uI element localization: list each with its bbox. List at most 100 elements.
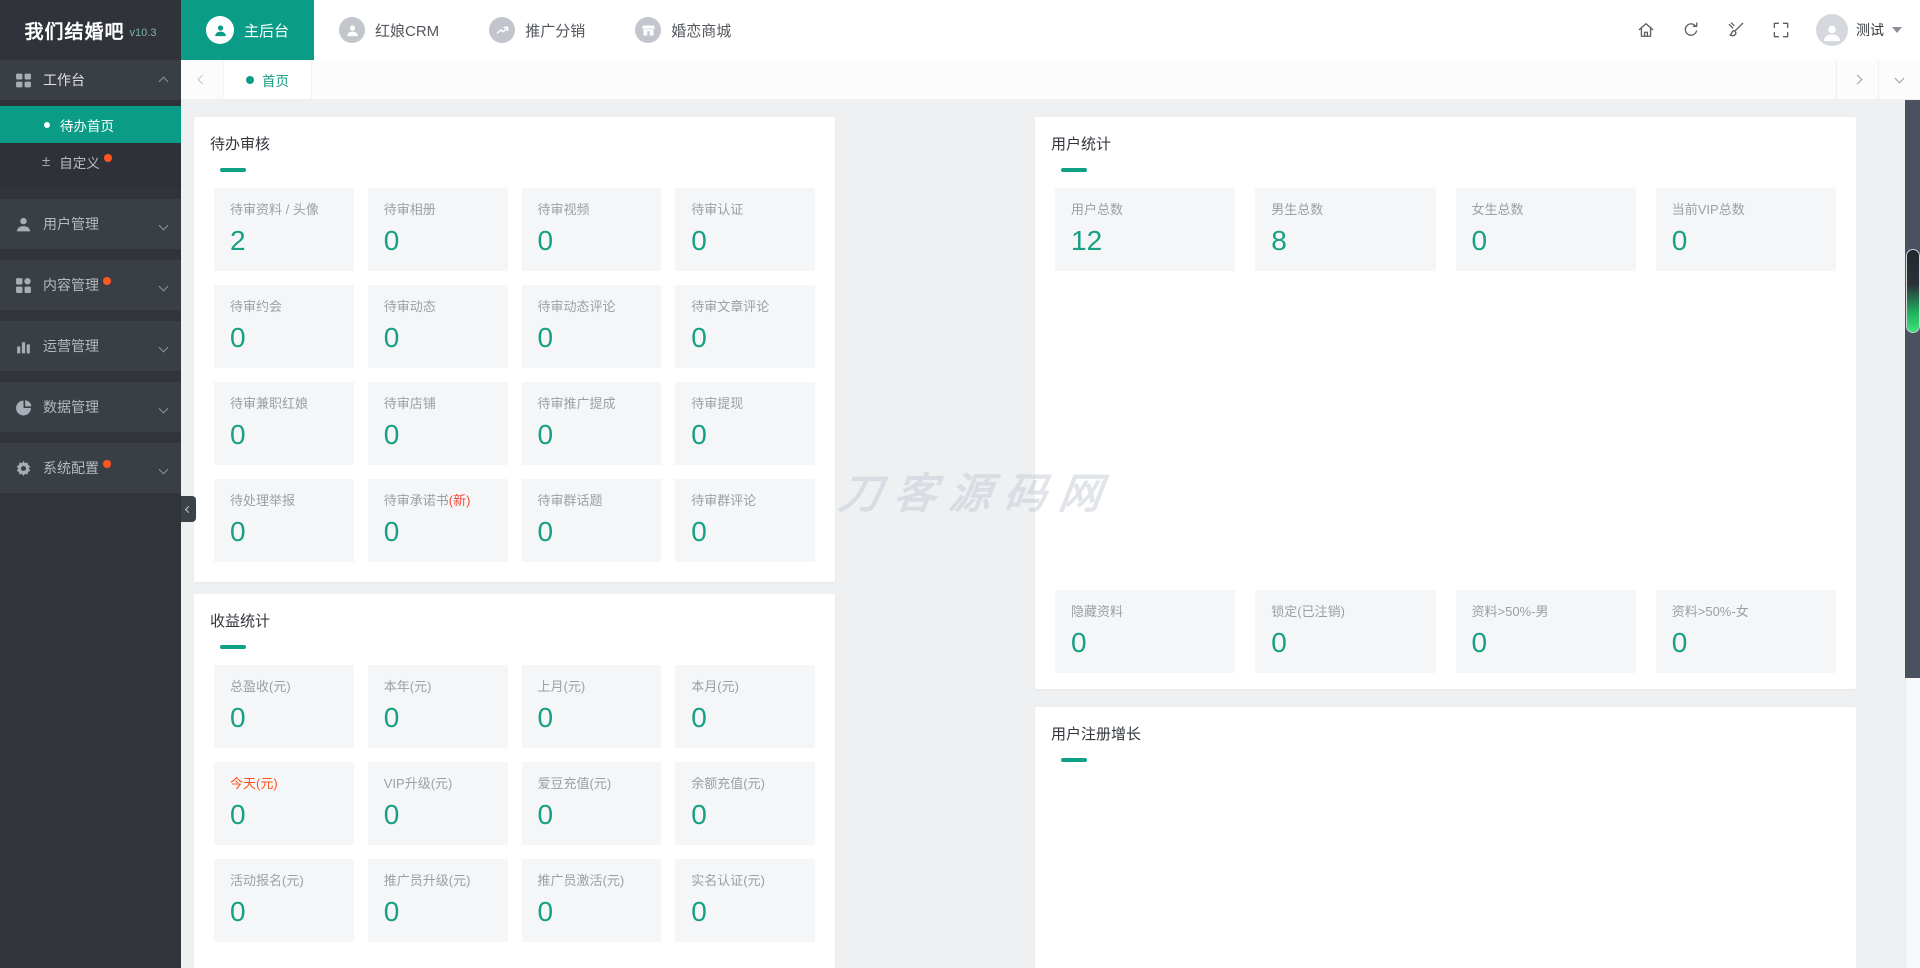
tabs-scroll-right-button[interactable] (1836, 60, 1878, 99)
tab-matchmaker-crm[interactable]: 红娘CRM (314, 0, 464, 60)
tab-label: 推广分销 (525, 22, 586, 40)
sidebar-item-todo-home[interactable]: 待办首页 (0, 106, 181, 143)
crm-person-icon (339, 17, 366, 43)
stat-tile[interactable]: 隐藏资料 0 (1055, 590, 1236, 673)
content-blocks-icon (15, 277, 32, 294)
sidebar-item-system-config[interactable]: 系统配置 (0, 443, 181, 493)
card-header: 用户注册增长 (1035, 707, 1856, 762)
caret-down-icon (1892, 27, 1902, 33)
sidebar-item-label: 数据管理 (43, 399, 99, 415)
stat-tile-value: 0 (230, 516, 246, 547)
sidebar-item-workbench[interactable]: 工作台 (0, 60, 181, 100)
stat-tile[interactable]: 爱豆充值(元) 0 (521, 762, 662, 845)
stat-tile[interactable]: 实名认证(元) 0 (675, 859, 815, 942)
module-tabs: 主后台 红娘CRM 推广分销 婚恋商城 (181, 0, 756, 60)
stat-tile[interactable]: 待审兼职红娘 0 (214, 382, 354, 465)
stat-tile-value: 0 (230, 896, 246, 927)
stat-tile-value: 8 (1271, 225, 1287, 256)
stat-tile-label: 总盈收(元) (230, 679, 291, 694)
tab-promotion[interactable]: 推广分销 (464, 0, 610, 60)
stat-tile[interactable]: 本月(元) 0 (675, 665, 815, 748)
stat-tile-value: 0 (691, 799, 707, 830)
stat-tile-value: 0 (1271, 627, 1287, 658)
stat-tile[interactable]: 待审群话题 0 (521, 479, 662, 562)
stat-tile[interactable]: 锁定(已注销) 0 (1255, 590, 1436, 673)
scrollbar-thumb[interactable] (1907, 250, 1919, 332)
stat-tile-label: 待审推广提成 (537, 396, 616, 411)
chevron-down-icon (158, 338, 169, 354)
tabs-menu-button[interactable] (1878, 60, 1920, 99)
home-icon[interactable] (1636, 20, 1656, 40)
sidebar-item-user-management[interactable]: 用户管理 (0, 199, 181, 249)
stat-tile-label: 实名认证(元) (691, 873, 765, 888)
user-menu[interactable]: 测试 (1816, 14, 1902, 46)
stat-tile[interactable]: 待审资料 / 头像 2 (214, 188, 354, 271)
stat-tile-label: 待审认证 (691, 202, 744, 217)
stat-tile[interactable]: 待审推广提成 0 (521, 382, 662, 465)
stat-tile[interactable]: 待审店铺 0 (367, 382, 508, 465)
stat-tile-value: 0 (537, 896, 554, 927)
stat-tile[interactable]: 本年(元) 0 (367, 665, 508, 748)
stat-tile-value: 0 (1071, 627, 1087, 658)
card-header: 用户统计 (1035, 117, 1856, 172)
stat-tile[interactable]: 待审群评论 0 (675, 479, 815, 562)
stat-tile-value: 0 (383, 516, 400, 547)
stat-tile-value: 0 (230, 419, 246, 450)
stat-tile[interactable]: 女生总数 0 (1455, 188, 1636, 271)
stat-tile-value: 0 (383, 896, 400, 927)
scrollbar-track (1905, 100, 1920, 678)
sidebar-item-label: 自定义 (59, 155, 100, 171)
stat-tile[interactable]: 待处理举报 0 (214, 479, 354, 562)
stat-tile[interactable]: 余额充值(元) 0 (675, 762, 815, 845)
refresh-icon[interactable] (1681, 20, 1701, 40)
stat-tile[interactable]: 男生总数 8 (1255, 188, 1436, 271)
stat-tile[interactable]: 待审文章评论 0 (675, 285, 815, 368)
tab-main-admin[interactable]: 主后台 (181, 0, 315, 60)
sidebar-item-custom[interactable]: ± 自定义 (0, 143, 181, 180)
stat-tile-label: 活动报名(元) (230, 873, 304, 888)
tab-mall[interactable]: 婚恋商城 (610, 0, 756, 60)
tab-home[interactable]: 首页 (223, 60, 312, 99)
sidebar-item-operations-management[interactable]: 运营管理 (0, 321, 181, 371)
stat-tile-label: 推广员升级(元) (383, 873, 471, 888)
stat-tile-value: 0 (537, 799, 554, 830)
stat-tile[interactable]: 当前VIP总数 0 (1655, 188, 1836, 271)
stat-tile[interactable]: 资料>50%-女 0 (1655, 590, 1836, 673)
stat-tile[interactable]: 活动报名(元) 0 (214, 859, 354, 942)
notification-badge (103, 460, 111, 468)
sidebar-collapse-handle[interactable] (181, 496, 196, 522)
stat-tile[interactable]: 待审约会 0 (214, 285, 354, 368)
chevron-down-icon (158, 399, 169, 415)
stat-tile-value: 0 (691, 702, 707, 733)
stat-tile[interactable]: 待审动态 0 (367, 285, 508, 368)
stat-tile-value: 0 (691, 322, 707, 353)
user-icon (15, 216, 32, 233)
stat-tile-label: 爱豆充值(元) (537, 776, 612, 791)
stat-tile[interactable]: 待审动态评论 0 (521, 285, 662, 368)
fullscreen-icon[interactable] (1771, 20, 1791, 40)
stat-tile[interactable]: 待审提现 0 (675, 382, 815, 465)
sidebar-item-content-management[interactable]: 内容管理 (0, 260, 181, 310)
sidebar-item-label: 待办首页 (60, 118, 114, 134)
stat-tile[interactable]: 今天(元) 0 (214, 762, 354, 845)
stat-tile[interactable]: 用户总数 12 (1055, 188, 1236, 271)
stat-tile[interactable]: 待审相册 0 (367, 188, 508, 271)
stat-tile[interactable]: 总盈收(元) 0 (214, 665, 354, 748)
stat-tile-label: 今天(元) (230, 776, 278, 791)
stat-tile[interactable]: 资料>50%-男 0 (1455, 590, 1636, 673)
clear-cache-brush-icon[interactable] (1726, 20, 1746, 40)
stat-tile[interactable]: 待审认证 0 (675, 188, 815, 271)
stat-tile-label: 当前VIP总数 (1671, 202, 1745, 217)
stat-tile[interactable]: 待审承诺书(新) 0 (367, 479, 508, 562)
title-accent-bar (1061, 758, 1087, 762)
stat-tile[interactable]: 推广员升级(元) 0 (367, 859, 508, 942)
stat-tile[interactable]: VIP升级(元) 0 (367, 762, 508, 845)
stat-tile-value: 0 (691, 225, 707, 256)
sidebar-item-data-management[interactable]: 数据管理 (0, 382, 181, 432)
stat-tile[interactable]: 推广员激活(元) 0 (521, 859, 662, 942)
card-title: 收益统计 (210, 613, 271, 630)
tabs-scroll-left-button[interactable] (181, 60, 223, 99)
stat-tile-label: 隐藏资料 (1071, 604, 1124, 619)
stat-tile[interactable]: 上月(元) 0 (521, 665, 662, 748)
stat-tile[interactable]: 待审视频 0 (521, 188, 662, 271)
